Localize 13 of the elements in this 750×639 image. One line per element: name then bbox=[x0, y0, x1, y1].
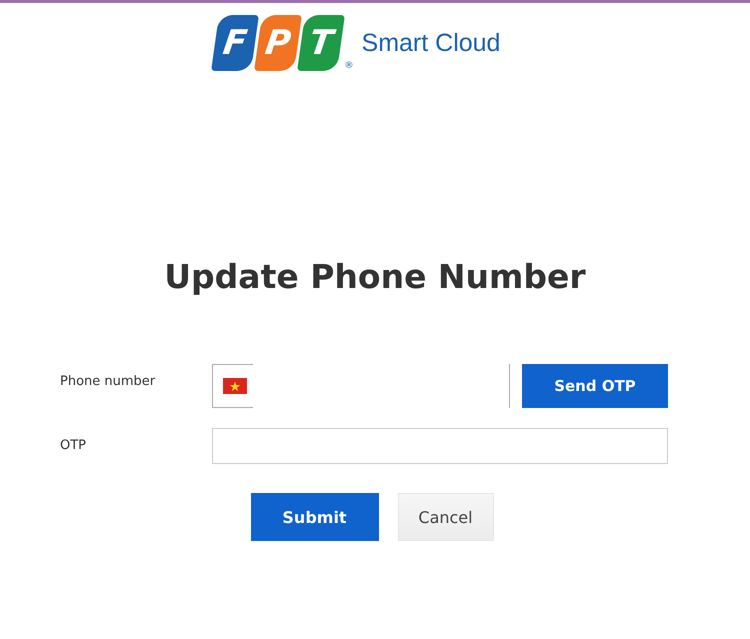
flag-icon bbox=[223, 378, 247, 394]
otp-field[interactable] bbox=[212, 428, 668, 464]
logo-letter: F bbox=[210, 15, 258, 71]
logo-text: Smart Cloud bbox=[362, 28, 500, 58]
registered-mark: ® bbox=[344, 61, 354, 71]
cancel-button[interactable]: Cancel bbox=[398, 493, 494, 541]
logo-letter: T bbox=[296, 15, 344, 71]
logo-letter: P bbox=[254, 15, 302, 71]
send-otp-button[interactable]: Send OTP bbox=[522, 364, 668, 408]
submit-button[interactable]: Submit bbox=[250, 493, 378, 541]
field-label: Phone number bbox=[60, 373, 156, 389]
field-label: OTP bbox=[60, 437, 88, 453]
page-title: Update Phone Number bbox=[163, 257, 587, 297]
